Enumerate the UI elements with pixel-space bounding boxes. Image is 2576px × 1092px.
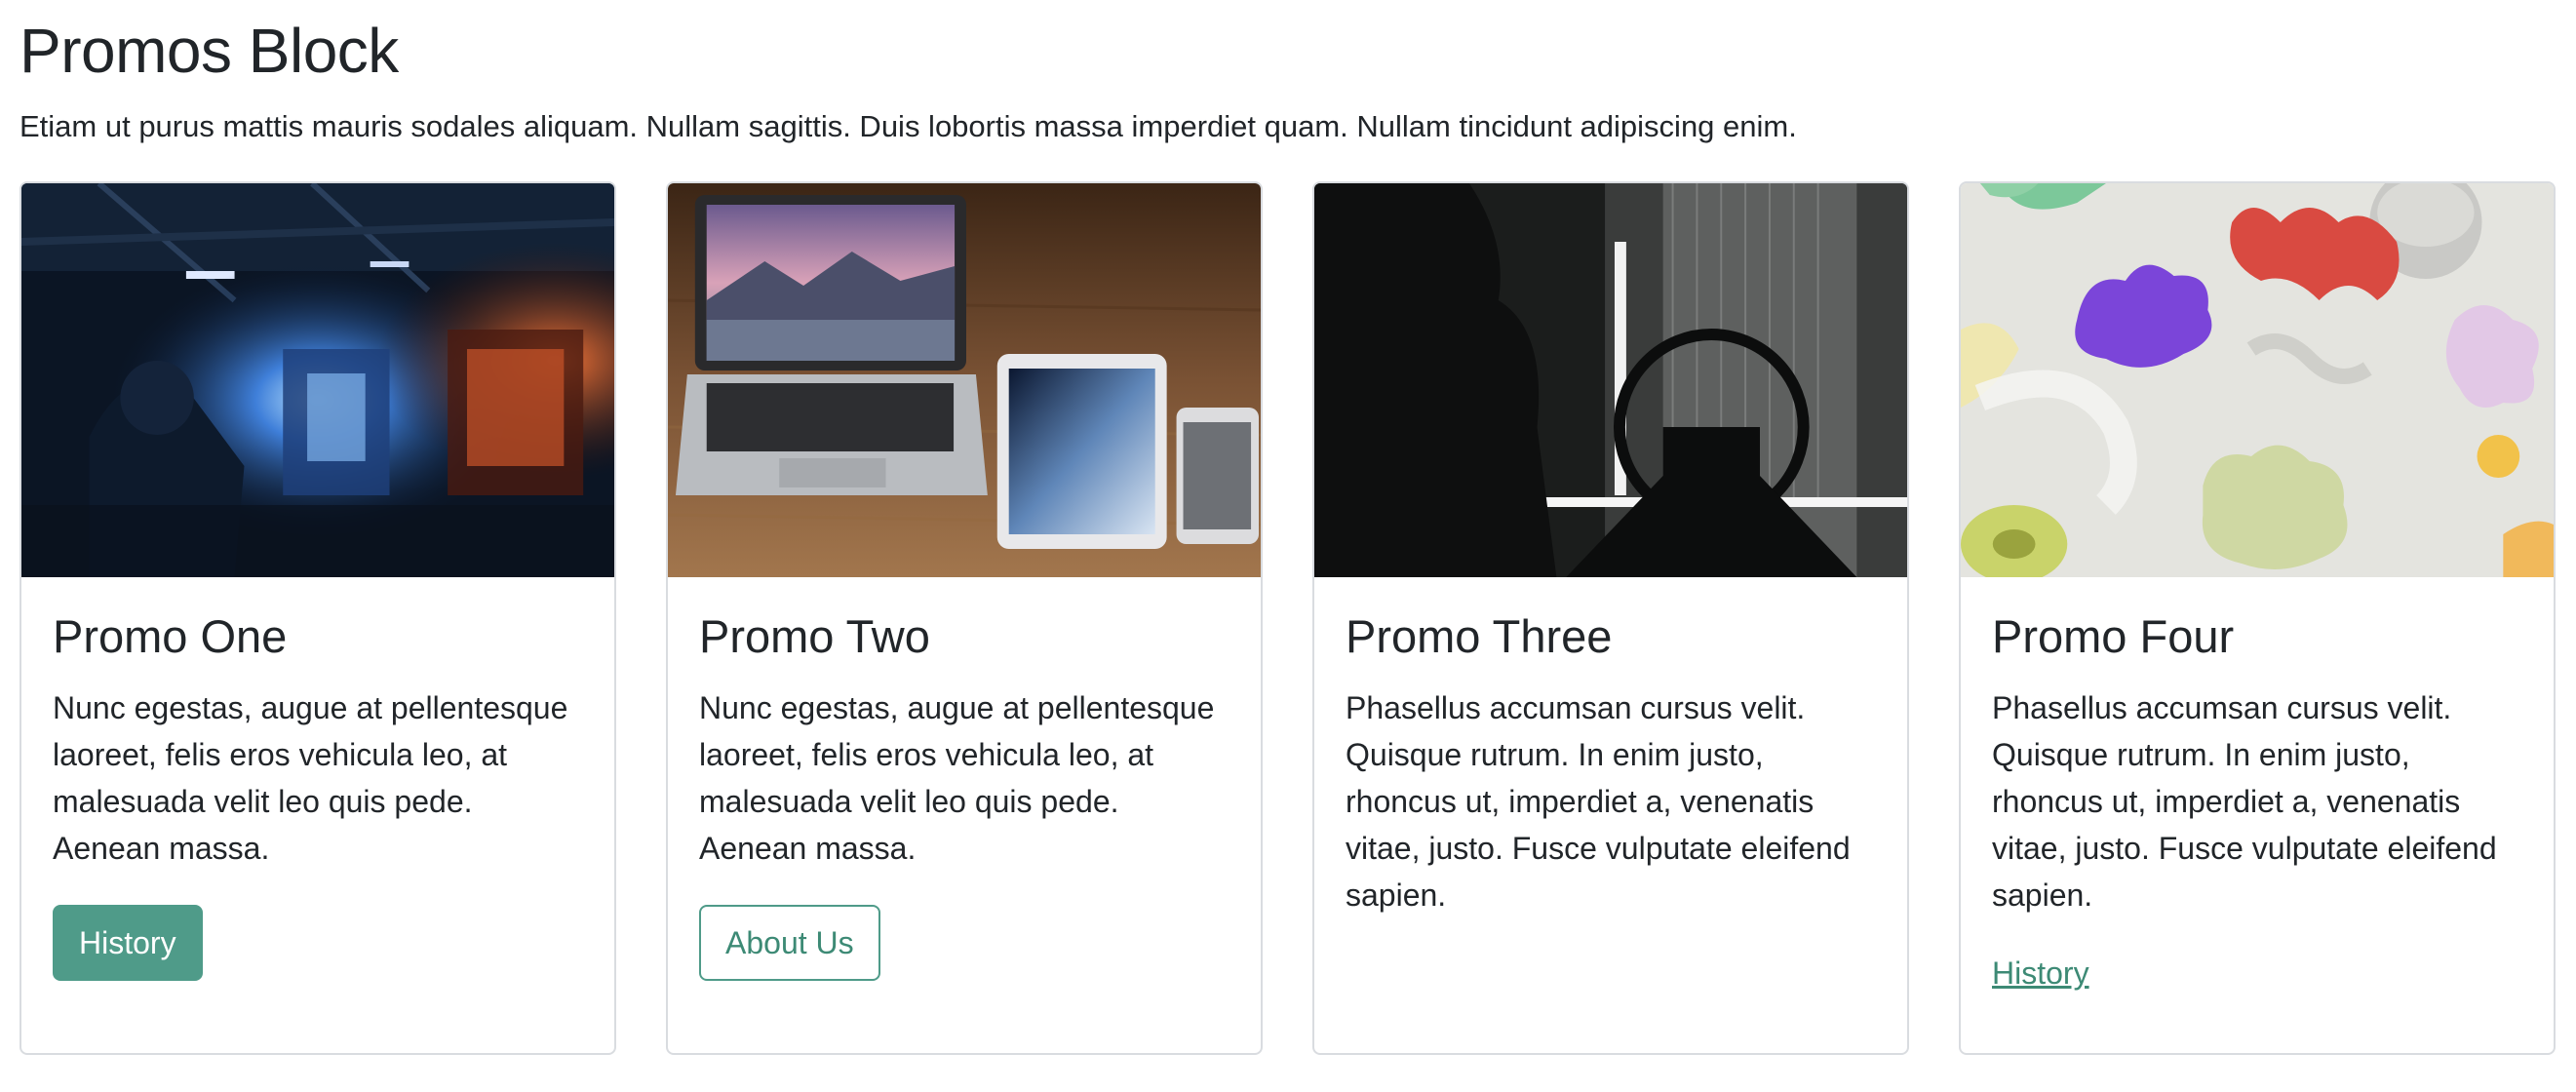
promo-title: Promo One <box>53 610 288 662</box>
promo-card-body: Promo Four Phasellus accumsan cursus vel… <box>1961 577 2554 992</box>
page-intro: Etiam ut purus mattis mauris sodales ali… <box>20 109 1797 143</box>
promo-card-four: Promo Four Phasellus accumsan cursus vel… <box>1959 181 2556 1055</box>
promo-card-body: Promo Two Nunc egestas, augue at pellent… <box>668 577 1261 981</box>
history-button[interactable]: History <box>53 905 203 981</box>
promo-card-body: Promo Three Phasellus accumsan cursus ve… <box>1314 577 1907 918</box>
promo-card-body: Promo One Nunc egestas, augue at pellent… <box>21 577 614 981</box>
promo-card-three: Promo Three Phasellus accumsan cursus ve… <box>1312 181 1909 1055</box>
promo-card-two: Promo Two Nunc egestas, augue at pellent… <box>666 181 1263 1055</box>
about-us-button[interactable]: About Us <box>699 905 880 981</box>
page-title: Promos Block <box>20 16 399 86</box>
promo-title: Promo Three <box>1346 610 1613 662</box>
history-link[interactable]: History <box>1992 956 2089 992</box>
devices-image <box>668 183 1261 577</box>
promo-cards: Promo One Nunc egestas, augue at pellent… <box>20 181 2556 1055</box>
promo-title: Promo Four <box>1992 610 2235 662</box>
promo-text: Phasellus accumsan cursus velit. Quisque… <box>1992 690 2497 913</box>
promo-text: Nunc egestas, augue at pellentesque laor… <box>699 690 1215 866</box>
studio-image <box>1314 183 1907 577</box>
promo-card-one: Promo One Nunc egestas, augue at pellent… <box>20 181 616 1055</box>
shapes-image <box>1961 183 2554 577</box>
workshop-image <box>21 183 614 577</box>
promo-text: Nunc egestas, augue at pellentesque laor… <box>53 690 568 866</box>
promo-title: Promo Two <box>699 610 930 662</box>
promo-text: Phasellus accumsan cursus velit. Quisque… <box>1346 690 1851 913</box>
